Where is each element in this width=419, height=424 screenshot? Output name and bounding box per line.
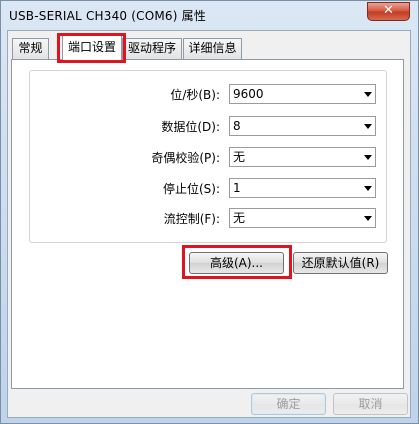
tab-general-label: 常规 [18, 41, 43, 55]
flow-control-value: 无 [233, 211, 246, 225]
tab-driver[interactable]: 驱动程序 [122, 38, 182, 59]
tab-details-label: 详细信息 [188, 41, 237, 55]
flow-control-label: 流控制(F): [163, 212, 220, 226]
restore-defaults-button[interactable]: 还原默认值(R) [293, 252, 388, 274]
parity-select[interactable]: 无 [229, 147, 376, 167]
close-button[interactable]: ✕ [367, 2, 410, 21]
tab-driver-label: 驱动程序 [127, 41, 176, 55]
port-settings-panel: 位/秒(B): 9600 数据位(D): 8 奇偶校验(P): 无 停止位(S)… [11, 59, 404, 389]
parity-value: 无 [233, 150, 246, 164]
bits-per-second-value: 9600 [233, 87, 264, 101]
stop-bits-value: 1 [233, 181, 241, 195]
chevron-down-icon [364, 124, 372, 129]
close-icon: ✕ [383, 3, 394, 18]
tab-port-settings-label: 端口设置 [67, 40, 116, 54]
chevron-down-icon [364, 186, 372, 191]
bits-per-second-select[interactable]: 9600 [229, 84, 376, 104]
cancel-button[interactable]: 取消 [333, 393, 408, 415]
window-title: USB-SERIAL CH340 (COM6) 属性 [9, 9, 207, 23]
chevron-down-icon [364, 155, 372, 160]
stop-bits-select[interactable]: 1 [229, 178, 376, 198]
data-bits-label: 数据位(D): [161, 120, 220, 134]
tab-general[interactable]: 常规 [12, 38, 49, 59]
flow-control-select[interactable]: 无 [229, 208, 376, 228]
parity-label: 奇偶校验(P): [151, 151, 220, 165]
bits-per-second-label: 位/秒(B): [170, 88, 220, 102]
advanced-button[interactable]: 高级(A)... [189, 252, 284, 274]
stop-bits-label: 停止位(S): [162, 182, 220, 196]
ok-button[interactable]: 确定 [251, 393, 326, 415]
tab-port-settings[interactable]: 端口设置 [62, 35, 122, 60]
title-bar: USB-SERIAL CH340 (COM6) 属性 ✕ [1, 1, 418, 31]
data-bits-select[interactable]: 8 [229, 116, 376, 136]
data-bits-value: 8 [233, 119, 241, 133]
chevron-down-icon [364, 216, 372, 221]
tab-details[interactable]: 详细信息 [183, 38, 242, 59]
chevron-down-icon [364, 92, 372, 97]
